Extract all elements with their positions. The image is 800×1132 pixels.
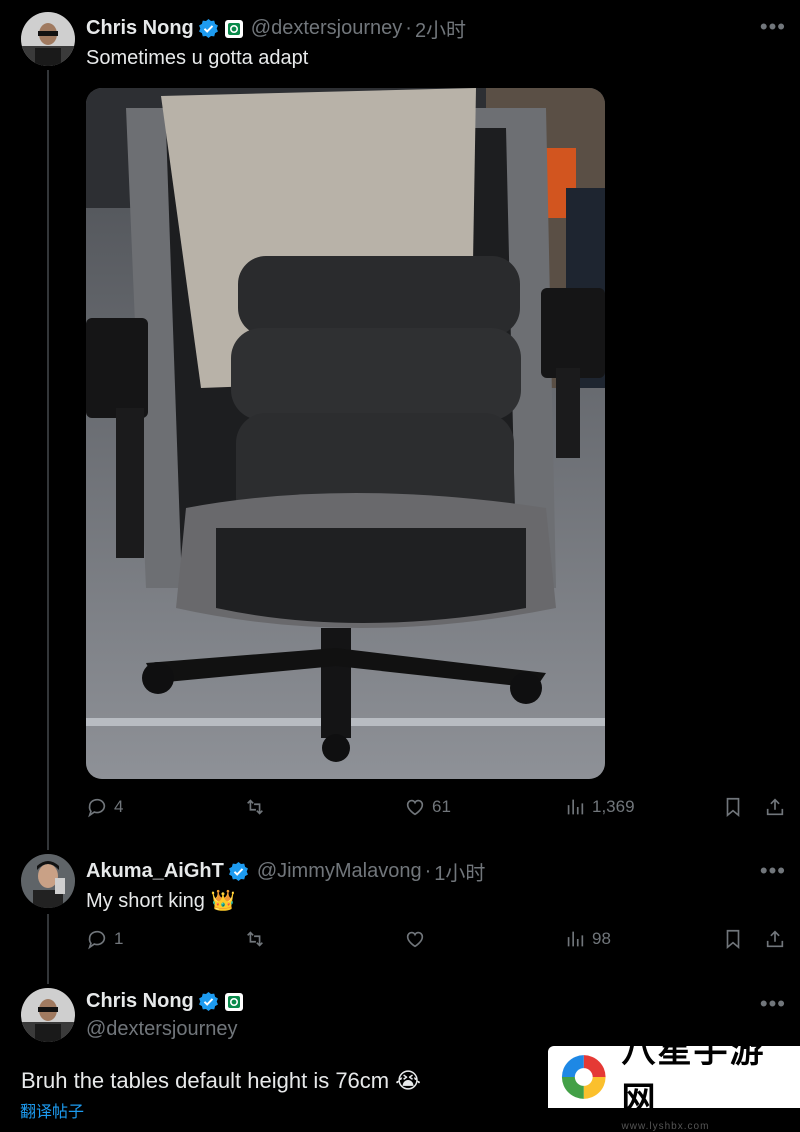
- site-watermark: 八星手游网 www.lyshbx.com: [548, 1046, 800, 1108]
- handle[interactable]: @dextersjourney: [251, 17, 402, 40]
- tweet-text: Sometimes u gotta adapt: [86, 47, 308, 70]
- timestamp[interactable]: 1小时: [434, 857, 485, 886]
- share-button[interactable]: [764, 928, 786, 950]
- separator: ·: [425, 860, 432, 883]
- tweet-header: Chris Nong @dextersjourney · 2小时: [86, 14, 466, 43]
- thread-line: [47, 914, 49, 984]
- avatar[interactable]: [21, 12, 75, 66]
- avatar[interactable]: [21, 854, 75, 908]
- reply-icon: [86, 796, 108, 818]
- reply-count: 4: [114, 797, 123, 817]
- crown-emoji: 👑: [211, 890, 236, 912]
- heart-icon: [404, 796, 426, 818]
- retweet-icon: [244, 928, 266, 950]
- reply-text-row: My short king 👑: [86, 888, 235, 913]
- display-name[interactable]: Chris Nong: [86, 17, 194, 40]
- translate-post-link[interactable]: 翻译帖子: [20, 1098, 84, 1122]
- reply-actions: 1 98: [86, 928, 786, 958]
- more-options-icon[interactable]: •••: [760, 866, 786, 876]
- avatar[interactable]: [21, 988, 75, 1042]
- bookmark-icon: [722, 928, 744, 950]
- verified-badge-icon[interactable]: [198, 18, 219, 39]
- tweet-text: Bruh the tables default height is 76cm: [21, 1068, 389, 1093]
- verified-badge-icon[interactable]: [198, 991, 219, 1012]
- retweet-button[interactable]: [244, 928, 266, 950]
- tweet-header: Chris Nong: [86, 990, 243, 1013]
- office-chair-photo-icon: [86, 88, 605, 779]
- reply-button[interactable]: 4: [86, 796, 123, 818]
- watermark-url: www.lyshbx.com: [622, 1121, 800, 1132]
- reply-icon: [86, 928, 108, 950]
- view-count: 98: [592, 929, 611, 949]
- reply-button[interactable]: 1: [86, 928, 123, 950]
- reply-header: Akuma_AiGhT @JimmyMalavong · 1小时: [86, 857, 485, 886]
- reply-count: 1: [114, 929, 123, 949]
- view-count: 1,369: [592, 797, 635, 817]
- views-button[interactable]: 98: [564, 928, 611, 950]
- tweet-media-image[interactable]: [86, 88, 605, 779]
- verified-badge-icon[interactable]: [228, 861, 249, 882]
- crying-emoji: 😭: [395, 1068, 421, 1093]
- handle[interactable]: @JimmyMalavong: [257, 860, 422, 883]
- tweet-text-row: Bruh the tables default height is 76cm 😭: [21, 1068, 421, 1094]
- more-options-icon[interactable]: •••: [760, 999, 786, 1009]
- bookmark-button[interactable]: [722, 928, 744, 950]
- display-name[interactable]: Akuma_AiGhT: [86, 860, 224, 883]
- like-button[interactable]: [404, 928, 426, 950]
- affiliate-badge-icon[interactable]: [225, 20, 243, 38]
- share-icon: [764, 928, 786, 950]
- views-button[interactable]: 1,369: [564, 796, 635, 818]
- handle[interactable]: @dextersjourney: [86, 1018, 237, 1041]
- heart-icon: [404, 928, 426, 950]
- reply-text: My short king: [86, 890, 205, 912]
- bookmark-button[interactable]: [722, 796, 744, 818]
- affiliate-badge-icon[interactable]: [225, 993, 243, 1011]
- timestamp[interactable]: 2小时: [415, 14, 466, 43]
- bookmark-icon: [722, 796, 744, 818]
- like-button[interactable]: 61: [404, 796, 451, 818]
- share-button[interactable]: [764, 796, 786, 818]
- watermark-title: 八星手游网: [622, 1023, 800, 1121]
- like-count: 61: [432, 797, 451, 817]
- analytics-icon: [564, 796, 586, 818]
- thread-line: [47, 70, 49, 850]
- display-name[interactable]: Chris Nong: [86, 990, 194, 1013]
- more-options-icon[interactable]: •••: [760, 22, 786, 32]
- retweet-icon: [244, 796, 266, 818]
- tweet-actions: 4 61 1,369: [86, 796, 786, 826]
- analytics-icon: [564, 928, 586, 950]
- separator: ·: [405, 17, 412, 40]
- share-icon: [764, 796, 786, 818]
- retweet-button[interactable]: [244, 796, 272, 818]
- watermark-logo-icon: [554, 1051, 614, 1103]
